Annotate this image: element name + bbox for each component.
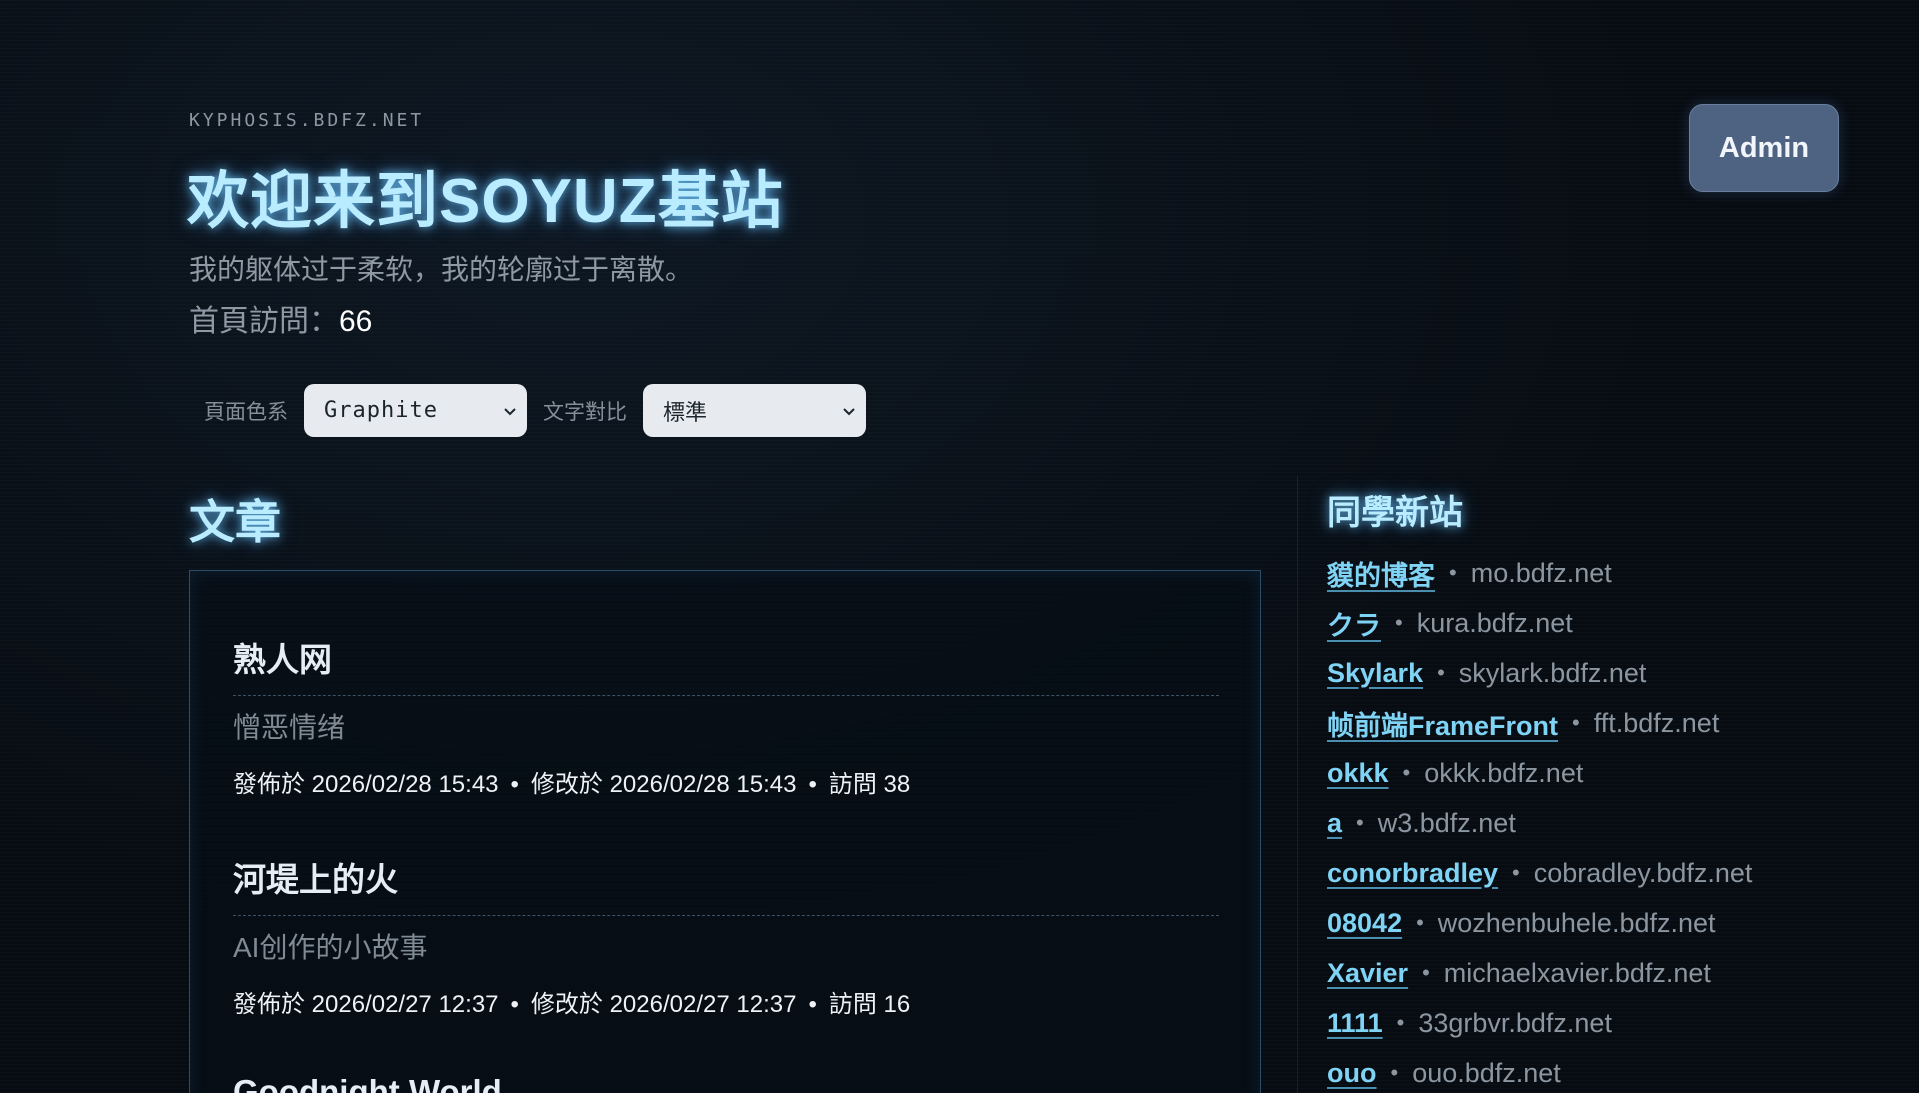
friend-separator: • [1396, 1010, 1405, 1035]
article-item: 熟人网 憎恶情绪 發佈於 2026/02/28 15:43 • 修改於 2026/0… [233, 633, 1219, 799]
list-item: conorbradley • cobradley.bdfz.net [1327, 848, 1752, 898]
site-subtitle: 我的躯体过于柔软，我的轮廓过于离散。 [189, 254, 694, 285]
friend-link[interactable]: 08042 [1327, 908, 1402, 939]
list-item: 08042 • wozhenbuhele.bdfz.net [1327, 898, 1752, 948]
contrast-select-value: 標準 [663, 399, 708, 425]
friend-separator: • [1437, 660, 1445, 685]
contrast-label: 文字對比 [543, 400, 627, 424]
article-meta: 發佈於 2026/02/28 15:43 • 修改於 2026/02/28 15:4… [233, 764, 1219, 799]
article-title-link[interactable]: 熟人网 [233, 633, 1219, 696]
friend-domain: ouo.bdfz.net [1412, 1057, 1561, 1088]
friend-separator: • [1422, 960, 1430, 985]
article-modified: 修改於 2026/02/28 15:43 [530, 771, 797, 798]
article-visits: 訪問 38 [828, 771, 911, 798]
visits-label: 首頁訪問： [189, 305, 339, 338]
friend-link[interactable]: Skylark [1327, 658, 1423, 689]
contrast-select[interactable]: 標準 [643, 384, 866, 437]
list-item: a • w3.bdfz.net [1327, 798, 1752, 848]
article-description: AI创作的小故事 [233, 932, 428, 963]
friend-separator: • [1390, 1060, 1399, 1085]
friend-separator: • [1512, 860, 1520, 885]
articles-heading: 文章 [189, 496, 281, 548]
friend-domain: michaelxavier.bdfz.net [1443, 957, 1711, 988]
friend-separator: • [1402, 760, 1411, 785]
chevron-down-icon [843, 407, 855, 415]
friend-link[interactable]: クラ [1327, 604, 1381, 643]
friend-domain: wozhenbuhele.bdfz.net [1437, 907, 1716, 938]
meta-separator: • [510, 771, 519, 798]
friend-link[interactable]: 1111 [1327, 1008, 1383, 1039]
friend-separator: • [1356, 810, 1364, 835]
list-item: 貘的博客 • mo.bdfz.net [1327, 548, 1752, 598]
site-title: 欢迎来到SOYUZ基站 [187, 167, 784, 236]
friend-domain: 33grbvr.bdfz.net [1418, 1007, 1612, 1038]
article-meta: 發佈於 2026/02/27 12:37 • 修改於 2026/02/27 12:3… [233, 984, 1219, 1019]
friend-domain: skylark.bdfz.net [1458, 657, 1647, 688]
palette-select[interactable]: Graphite [304, 384, 527, 437]
article-published: 發佈於 2026/02/27 12:37 [233, 991, 499, 1018]
meta-separator: • [510, 991, 519, 1018]
chevron-down-icon [504, 407, 516, 415]
list-item: okkk • okkk.bdfz.net [1327, 748, 1752, 798]
friend-link[interactable]: Xavier [1327, 958, 1408, 989]
article-published: 發佈於 2026/02/28 15:43 [233, 771, 499, 798]
friend-link[interactable]: okkk [1327, 758, 1389, 789]
article-item: 河堤上的火 AI创作的小故事 發佈於 2026/02/27 12:37 • 修改於 … [233, 853, 1219, 1019]
article-description: 憎恶情绪 [233, 712, 346, 743]
palette-label: 頁面色系 [204, 400, 288, 424]
friend-domain: fft.bdfz.net [1593, 707, 1720, 738]
admin-button[interactable]: Admin [1689, 104, 1839, 192]
friend-domain: mo.bdfz.net [1470, 557, 1612, 588]
friend-domain: okkk.bdfz.net [1424, 757, 1584, 788]
site-domain-label: KYPHOSIS.BDFZ.NET [189, 110, 425, 131]
friend-link[interactable]: ouo [1327, 1058, 1376, 1089]
friend-link[interactable]: 貘的博客 [1327, 554, 1435, 593]
friend-link[interactable]: 帧前端FrameFront [1327, 704, 1558, 743]
list-item: Xavier • michaelxavier.bdfz.net [1327, 948, 1752, 998]
friend-link[interactable]: a [1327, 808, 1342, 839]
list-item: 1111 • 33grbvr.bdfz.net [1327, 998, 1752, 1048]
article-title-link[interactable]: Goodnight World [233, 1073, 1219, 1093]
friend-domain: kura.bdfz.net [1416, 607, 1573, 638]
column-divider [1297, 476, 1298, 1093]
friends-heading: 同學新站 [1327, 494, 1463, 532]
article-item: Goodnight World [233, 1073, 1219, 1093]
list-item: Skylark • skylark.bdfz.net [1327, 648, 1752, 698]
friend-separator: • [1449, 560, 1457, 585]
friend-separator: • [1572, 710, 1580, 735]
friend-link[interactable]: conorbradley [1327, 858, 1498, 889]
display-controls: 頁面色系 Graphite 文字對比 標準 [189, 384, 866, 437]
visits-count: 66 [339, 305, 373, 338]
article-title-link[interactable]: 河堤上的火 [233, 853, 1219, 916]
meta-separator: • [808, 771, 817, 798]
homepage-visits: 首頁訪問：66 [189, 296, 372, 340]
friend-domain: cobradley.bdfz.net [1533, 857, 1753, 888]
friend-separator: • [1395, 610, 1403, 635]
friend-separator: • [1416, 910, 1424, 935]
article-visits: 訪問 16 [828, 991, 911, 1018]
articles-list: 熟人网 憎恶情绪 發佈於 2026/02/28 15:43 • 修改於 2026/0… [189, 570, 1261, 1093]
list-item: ouo • ouo.bdfz.net [1327, 1048, 1752, 1093]
article-modified: 修改於 2026/02/27 12:37 [530, 991, 797, 1018]
friend-domain: w3.bdfz.net [1377, 807, 1516, 838]
list-item: クラ • kura.bdfz.net [1327, 598, 1752, 648]
palette-select-value: Graphite [324, 398, 438, 423]
meta-separator: • [808, 991, 817, 1018]
friends-list: 貘的博客 • mo.bdfz.net クラ • kura.bdfz.net Skylar… [1327, 548, 1752, 1093]
list-item: 帧前端FrameFront • fft.bdfz.net [1327, 698, 1752, 748]
